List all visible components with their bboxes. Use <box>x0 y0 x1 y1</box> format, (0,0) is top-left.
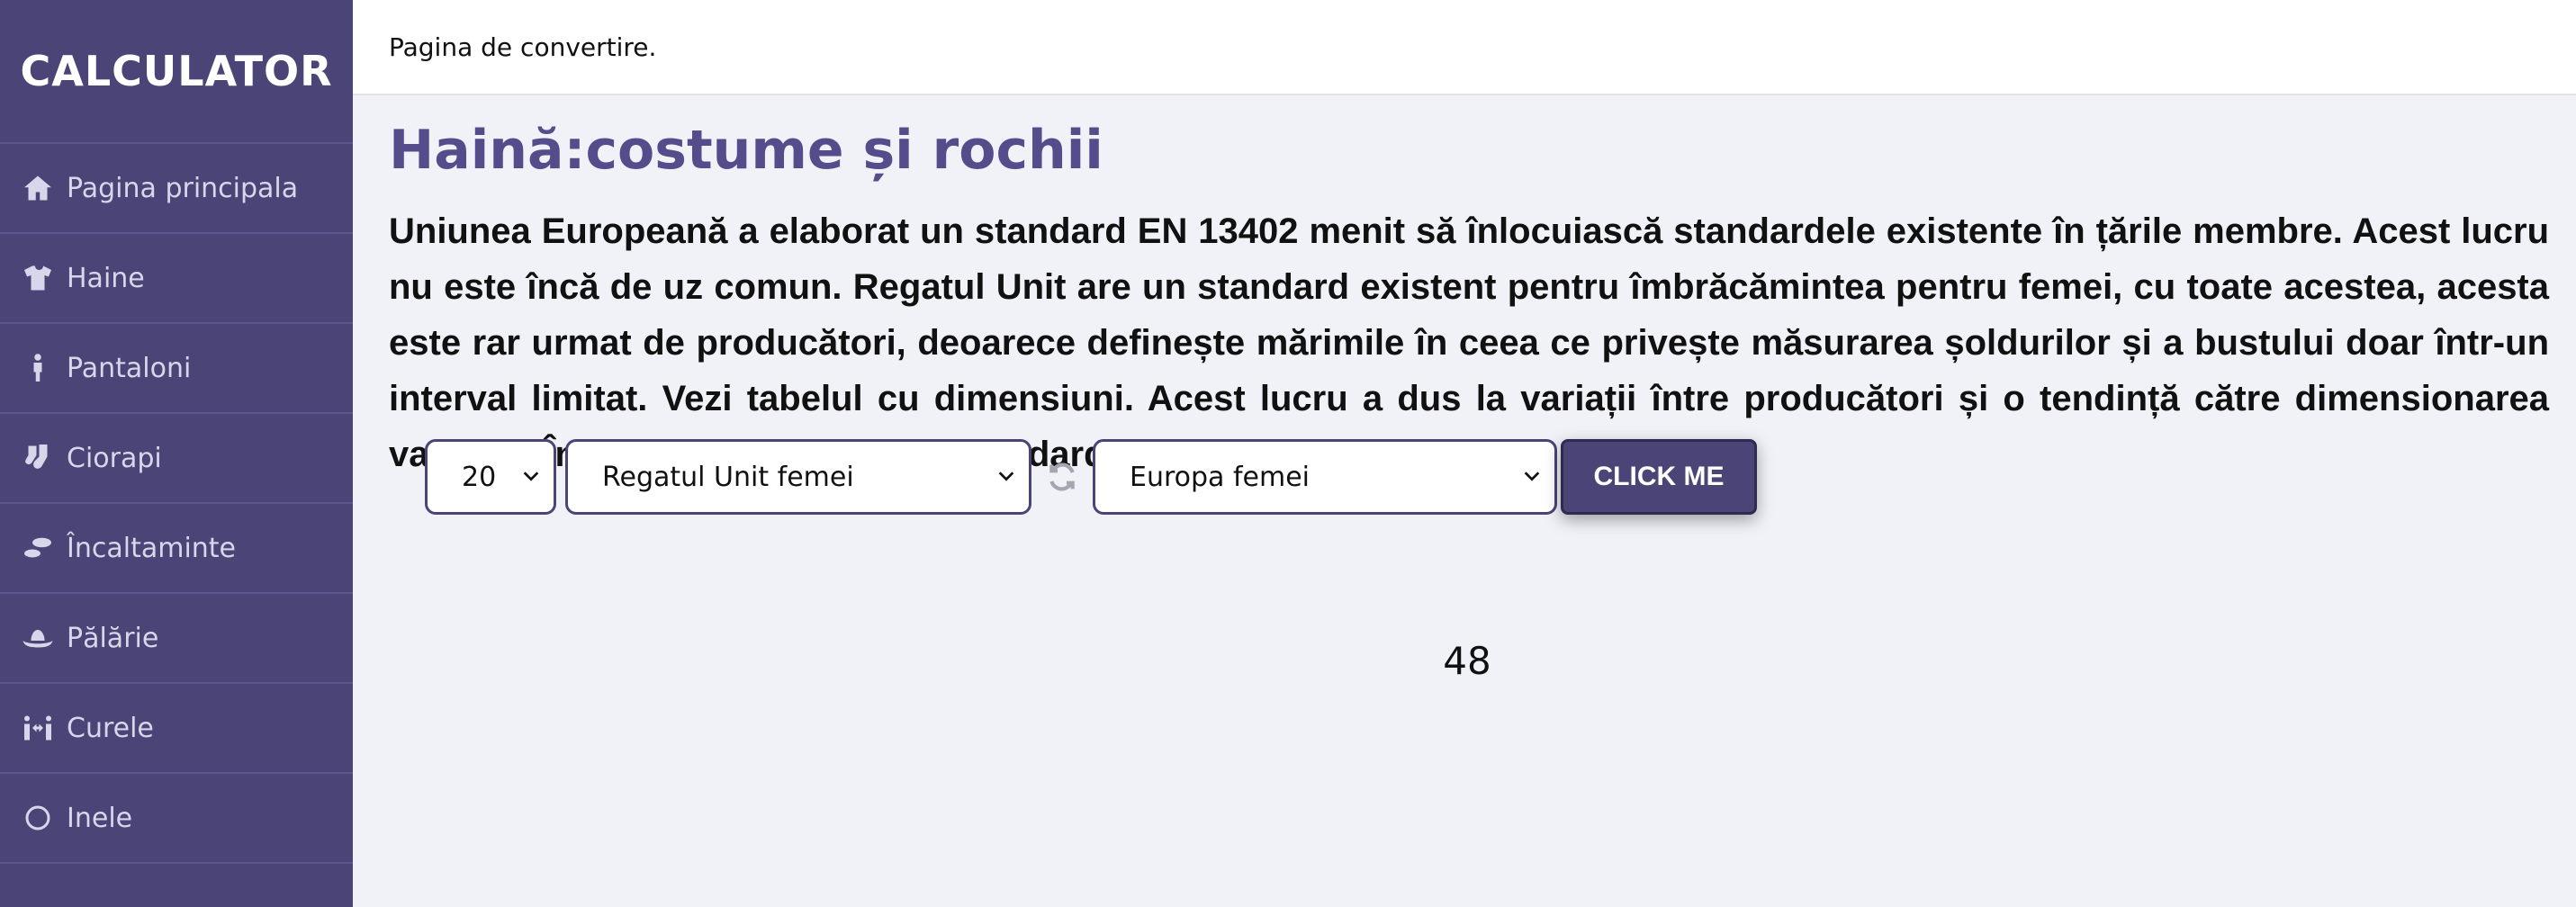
sidebar-item-curele[interactable]: Curele <box>0 684 353 774</box>
sidebar-item-incaltaminte[interactable]: Încaltaminte <box>0 504 353 594</box>
page-subtitle: Pagina de convertire. <box>389 31 657 62</box>
to-standard-select[interactable]: Europa femei <box>1093 439 1557 515</box>
chevron-down-icon <box>996 462 1016 493</box>
people-arrows-icon <box>20 710 56 746</box>
socks-icon <box>20 440 56 476</box>
sidebar-item-label: Pălărie <box>67 622 159 654</box>
to-standard-value: Europa femei <box>1130 461 1310 493</box>
sidebar-item-pantaloni[interactable]: Pantaloni <box>0 324 353 414</box>
top-bar: Pagina de convertire. <box>353 0 2576 95</box>
main-content: Haină:costume și rochii Uniunea European… <box>389 95 2549 482</box>
swap-icon[interactable] <box>1037 452 1087 502</box>
sidebar-item-pagina-principala[interactable]: Pagina principala <box>0 144 353 234</box>
size-select[interactable]: 20 <box>425 439 556 515</box>
tshirt-icon <box>20 260 56 296</box>
sidebar-item-palarie[interactable]: Pălărie <box>0 594 353 684</box>
size-select-value: 20 <box>462 461 497 493</box>
person-icon <box>20 350 56 386</box>
sidebar: CALCULATOR Pagina principala Haine Panta… <box>0 0 353 907</box>
sidebar-item-label: Curele <box>67 712 154 744</box>
sidebar-item-label: Pagina principala <box>67 172 299 204</box>
convert-button[interactable]: CLICK ME <box>1561 439 1757 515</box>
shoe-prints-icon <box>20 530 56 566</box>
sidebar-item-haine[interactable]: Haine <box>0 234 353 324</box>
sidebar-item-label: Încaltaminte <box>67 532 237 564</box>
chevron-down-icon <box>1522 462 1542 493</box>
sidebar-item-inele[interactable]: Inele <box>0 774 353 864</box>
hat-icon <box>20 620 56 656</box>
sidebar-item-ciorapi[interactable]: Ciorapi <box>0 414 353 504</box>
size-converter: 20 Regatul Unit femei Europa femei CLICK… <box>425 439 1757 515</box>
from-standard-value: Regatul Unit femei <box>602 461 854 493</box>
home-icon <box>20 170 56 206</box>
chevron-down-icon <box>521 462 541 493</box>
brand-logo[interactable]: CALCULATOR <box>0 0 353 144</box>
from-standard-select[interactable]: Regatul Unit femei <box>565 439 1031 515</box>
ring-icon <box>20 800 56 836</box>
page-title: Haină:costume și rochii <box>389 119 1103 182</box>
sidebar-item-label: Haine <box>67 262 145 294</box>
sidebar-item-label: Ciorapi <box>67 442 162 474</box>
conversion-result: 48 <box>1443 639 1491 683</box>
sidebar-item-label: Inele <box>67 802 133 834</box>
sidebar-item-label: Pantaloni <box>67 352 192 384</box>
